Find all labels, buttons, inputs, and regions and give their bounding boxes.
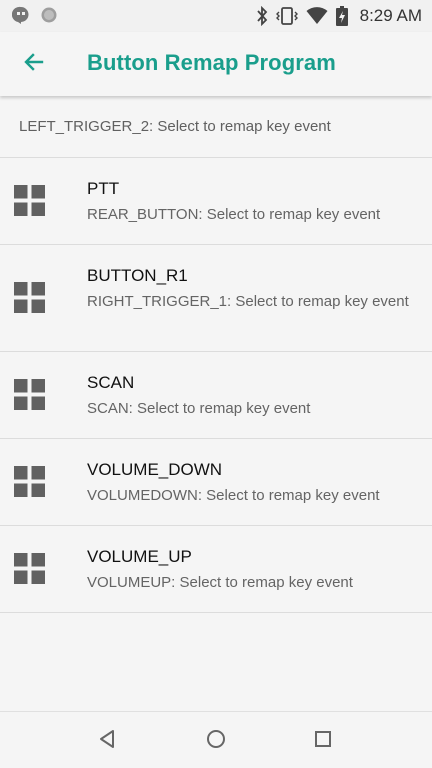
- list-item-scan[interactable]: SCAN SCAN: Select to remap key event: [0, 352, 432, 439]
- nav-bar: [0, 711, 432, 768]
- list-item-summary: RIGHT_TRIGGER_1: Select to remap key eve…: [87, 293, 409, 310]
- left-trigger-2-item[interactable]: LEFT_TRIGGER_2: Select to remap key even…: [0, 96, 432, 158]
- list-item-button-r1[interactable]: BUTTON_R1 RIGHT_TRIGGER_1: Select to rem…: [0, 245, 432, 352]
- status-bar: 8:29 AM: [0, 0, 432, 32]
- list-item-summary: VOLUMEUP: Select to remap key event: [87, 574, 353, 591]
- arrow-left-icon: [22, 50, 46, 79]
- list-item-summary: SCAN: Select to remap key event: [87, 400, 311, 417]
- list-item-title: SCAN: [87, 373, 135, 392]
- list-item-summary: VOLUMEDOWN: Select to remap key event: [87, 487, 380, 504]
- grid-icon: [14, 282, 45, 313]
- hangouts-icon: [12, 6, 30, 24]
- list-item-title: VOLUME_DOWN: [87, 460, 223, 479]
- preference-list: LEFT_TRIGGER_2: Select to remap key even…: [0, 96, 432, 613]
- status-right: 8:29 AM: [256, 4, 422, 28]
- list-item-summary: REAR_BUTTON: Select to remap key event: [87, 206, 381, 223]
- list-item-ptt[interactable]: PTT REAR_BUTTON: Select to remap key eve…: [0, 158, 432, 245]
- left-trigger-2-summary: LEFT_TRIGGER_2: Select to remap key even…: [19, 118, 331, 135]
- home-circle-icon: [206, 729, 226, 754]
- recents-square-icon: [314, 730, 332, 753]
- back-triangle-icon: [98, 729, 118, 754]
- nav-recents-button[interactable]: [310, 728, 336, 754]
- app-bar: Button Remap Program: [0, 32, 432, 96]
- sync-icon: [40, 6, 58, 24]
- grid-icon: [14, 466, 45, 497]
- back-button[interactable]: [14, 46, 54, 82]
- grid-icon: [14, 553, 45, 584]
- list-item-title: PTT: [87, 179, 120, 198]
- app-title: Button Remap Program: [87, 50, 336, 75]
- bluetooth-icon: [256, 6, 268, 26]
- list-item-title: VOLUME_UP: [87, 547, 192, 566]
- nav-back-button[interactable]: [95, 728, 121, 754]
- list-item-volume-up[interactable]: VOLUME_UP VOLUMEUP: Select to remap key …: [0, 526, 432, 613]
- screen: 8:29 AM Button Remap Program LEFT_TRIGGE…: [0, 0, 432, 768]
- grid-icon: [14, 185, 45, 216]
- status-left: [12, 6, 58, 24]
- vibrate-icon: [275, 6, 298, 26]
- status-time: 8:29 AM: [359, 6, 422, 25]
- nav-home-button[interactable]: [203, 728, 229, 754]
- list-item-title: BUTTON_R1: [87, 266, 188, 285]
- battery-icon: [335, 6, 348, 26]
- grid-icon: [14, 379, 45, 410]
- wifi-icon: [306, 7, 328, 25]
- list-item-volume-down[interactable]: VOLUME_DOWN VOLUMEDOWN: Select to remap …: [0, 439, 432, 526]
